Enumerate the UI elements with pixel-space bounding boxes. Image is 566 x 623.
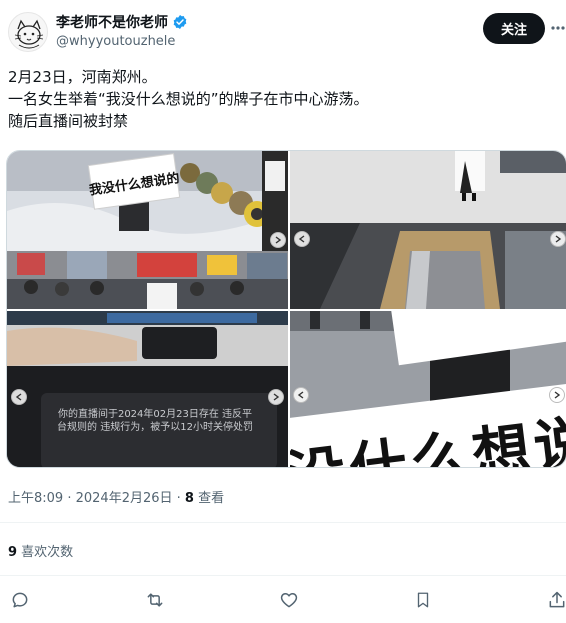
next-image-icon[interactable] (550, 231, 566, 247)
retweet-icon[interactable] (143, 588, 167, 612)
cat-avatar-icon[interactable] (8, 12, 48, 52)
tweet-time[interactable]: 上午8:09 (8, 491, 63, 506)
ban-notice-text: 你的直播间于2024年02月23日存在 违反平台规则的 违规行为，被予以12小时… (57, 409, 253, 433)
previous-image-icon[interactable] (294, 231, 310, 247)
tweet-text-line: 随后直播间被封禁 (8, 112, 129, 130)
author-handle[interactable]: @whyyoutouzhele (56, 34, 175, 49)
views-count: 8 (184, 491, 194, 506)
meta-separator: · (172, 491, 185, 506)
media-image-mall-escalator[interactable] (290, 151, 566, 309)
tweet-text-line: 一名女生举着“我没什么想说的”的牌子在市中心游荡。 (8, 90, 369, 108)
author-display-name[interactable]: 李老师不是你老师 (56, 12, 168, 32)
tweet-date[interactable]: 2024年2月26日 (76, 491, 173, 506)
more-horizontal-icon[interactable] (551, 18, 565, 38)
meta-separator: · (63, 491, 76, 506)
tweet-text-line: 2月23日，河南郑州。 (8, 68, 157, 86)
media-image-big-sign[interactable]: 没什么想说的 (290, 311, 566, 467)
likes-label: 喜欢次数 (17, 545, 74, 560)
tweet-text: 2月23日，河南郑州。 一名女生举着“我没什么想说的”的牌子在市中心游荡。 随后… (8, 66, 558, 132)
divider (0, 575, 566, 576)
previous-image-icon[interactable] (11, 389, 27, 405)
divider (0, 522, 566, 523)
next-image-icon[interactable] (549, 387, 565, 403)
views-label: 查看 (193, 491, 225, 506)
reply-icon[interactable] (8, 588, 32, 612)
share-icon[interactable] (545, 588, 566, 612)
media-image-sign-in-snow[interactable]: 我没什么想说的 (7, 151, 288, 309)
likes-summary[interactable]: 9 喜欢次数 (8, 541, 73, 560)
likes-count: 9 (8, 545, 18, 560)
next-image-icon[interactable] (270, 232, 286, 248)
next-image-icon[interactable] (268, 389, 284, 405)
action-bar (0, 588, 566, 614)
heart-icon[interactable] (277, 588, 301, 612)
media-grid: 我没什么想说的 你的直播间于2024年02月23日存在 违反平台规则的 违规行为… (6, 150, 566, 468)
media-image-ban-notice[interactable]: 你的直播间于2024年02月23日存在 违反平台规则的 违规行为，被予以12小时… (7, 311, 288, 467)
tweet-header: 李老师不是你老师 @whyyoutouzhele 关注 (0, 0, 566, 62)
verified-badge-icon (172, 14, 188, 30)
author-name-row: 李老师不是你老师 (56, 12, 188, 32)
follow-button[interactable]: 关注 (483, 13, 545, 44)
tweet-meta: 上午8:09 · 2024年2月26日 · 8 查看 (8, 487, 224, 506)
previous-image-icon[interactable] (293, 387, 309, 403)
bookmark-icon[interactable] (411, 588, 435, 612)
